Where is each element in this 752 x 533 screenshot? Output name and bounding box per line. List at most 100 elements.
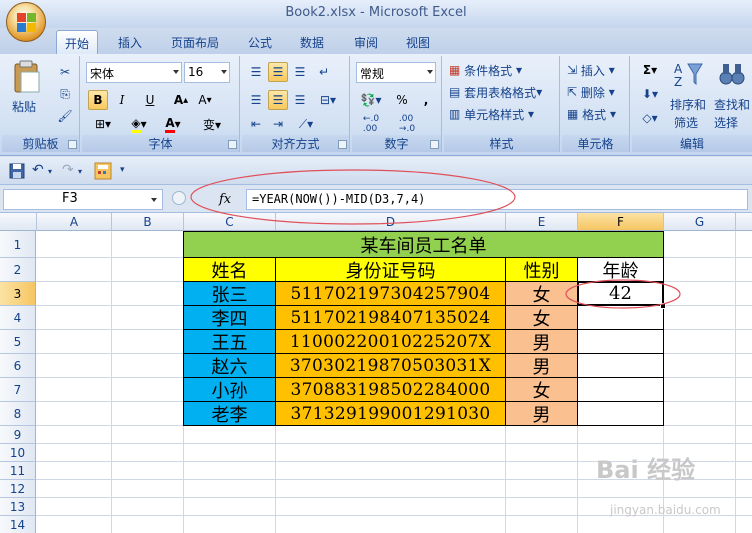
id-cell[interactable]: 511702198407135024: [275, 305, 506, 330]
cell-styles-button[interactable]: ▥ 单元格样式 ▾: [448, 104, 556, 124]
tab-data[interactable]: 数据: [290, 30, 334, 54]
fill-color-icon[interactable]: ◈ ▾: [124, 114, 154, 134]
comma-button[interactable]: ,: [416, 90, 436, 110]
gender-cell[interactable]: 女: [505, 377, 578, 402]
formula-bar-grip-icon[interactable]: [172, 191, 186, 205]
row-header-6[interactable]: 6: [0, 354, 36, 378]
row-header-12[interactable]: 12: [0, 480, 36, 498]
increase-decimal-icon[interactable]: ←.0.00: [356, 114, 386, 134]
underline-button[interactable]: U: [136, 90, 164, 110]
format-painter-icon[interactable]: 🖌: [56, 106, 74, 126]
tab-page-layout[interactable]: 页面布局: [162, 30, 228, 54]
row-header-14[interactable]: 14: [0, 516, 36, 533]
align-top-icon[interactable]: ☰: [246, 62, 266, 82]
format-cells-button[interactable]: ▦ 格式 ▾: [566, 104, 626, 124]
gender-cell[interactable]: 男: [505, 329, 578, 354]
clipboard-launcher-icon[interactable]: [68, 140, 77, 149]
decrease-indent-icon[interactable]: ⇤: [246, 114, 266, 134]
row-header-4[interactable]: 4: [0, 306, 36, 330]
tab-view[interactable]: 视图: [396, 30, 440, 54]
name-cell[interactable]: 小孙: [183, 377, 276, 402]
office-button[interactable]: [6, 2, 46, 42]
tab-review[interactable]: 审阅: [344, 30, 388, 54]
autosum-button[interactable]: Σ ▾: [636, 60, 664, 80]
gender-cell[interactable]: 男: [505, 353, 578, 378]
name-cell[interactable]: 王五: [183, 329, 276, 354]
name-cell[interactable]: 赵六: [183, 353, 276, 378]
insert-cells-button[interactable]: ⇲ 插入 ▾: [566, 60, 626, 80]
table-title-cell[interactable]: 某车间员工名单: [183, 231, 664, 258]
currency-icon[interactable]: 💱▾: [356, 90, 386, 110]
row-header-10[interactable]: 10: [0, 444, 36, 462]
align-bottom-icon[interactable]: ☰: [290, 62, 310, 82]
paste-button[interactable]: 粘贴: [8, 60, 44, 118]
save-icon[interactable]: [8, 162, 26, 180]
font-size-combo[interactable]: 16: [184, 62, 230, 83]
header-age-cell[interactable]: 年龄: [577, 257, 664, 282]
find-select-button[interactable]: 查找和 选择: [712, 58, 752, 134]
age-cell[interactable]: [577, 305, 664, 330]
row-header-7[interactable]: 7: [0, 378, 36, 402]
conditional-format-button[interactable]: ▦ 条件格式 ▾: [448, 60, 556, 80]
age-cell[interactable]: [577, 377, 664, 402]
row-header-9[interactable]: 9: [0, 426, 36, 444]
col-header-h[interactable]: [736, 213, 752, 231]
merge-center-icon[interactable]: ⊟▾: [314, 90, 342, 110]
font-color-icon[interactable]: A ▾: [158, 114, 188, 134]
header-gender-cell[interactable]: 性别: [505, 257, 578, 282]
header-name-cell[interactable]: 姓名: [183, 257, 276, 282]
calculator-icon[interactable]: [94, 162, 112, 180]
gender-cell[interactable]: 女: [505, 281, 578, 306]
age-cell[interactable]: [577, 353, 664, 378]
age-cell[interactable]: [577, 329, 664, 354]
sort-filter-button[interactable]: AZ 排序和 筛选: [668, 58, 708, 134]
row-header-5[interactable]: 5: [0, 330, 36, 354]
row-header-8[interactable]: 8: [0, 402, 36, 426]
id-cell[interactable]: 370883198502284000: [275, 377, 506, 402]
grow-font-icon[interactable]: A ▴: [170, 90, 192, 110]
header-id-cell[interactable]: 身份证号码: [275, 257, 506, 282]
id-cell[interactable]: 11000220010225207X: [275, 329, 506, 354]
id-cell[interactable]: 511702197304257904: [275, 281, 506, 306]
col-header-f[interactable]: F: [578, 213, 664, 231]
align-right-icon[interactable]: ☰: [290, 90, 310, 110]
name-box[interactable]: F3: [3, 189, 163, 210]
col-header-a[interactable]: A: [37, 213, 112, 231]
orientation-icon[interactable]: ⟋▾: [292, 114, 320, 134]
gender-cell[interactable]: 女: [505, 305, 578, 330]
number-launcher-icon[interactable]: [430, 140, 439, 149]
align-middle-icon[interactable]: ☰: [268, 62, 288, 82]
copy-icon[interactable]: ⎘: [56, 84, 74, 104]
age-cell-selected[interactable]: 42: [577, 281, 664, 306]
name-cell[interactable]: 张三: [183, 281, 276, 306]
italic-button[interactable]: I: [112, 90, 132, 110]
font-launcher-icon[interactable]: [228, 140, 237, 149]
tab-insert[interactable]: 插入: [108, 30, 152, 54]
col-header-g[interactable]: G: [664, 213, 736, 231]
name-cell[interactable]: 老李: [183, 401, 276, 426]
insert-function-icon[interactable]: fx: [219, 192, 231, 207]
increase-indent-icon[interactable]: ⇥: [268, 114, 288, 134]
shrink-font-icon[interactable]: A ▾: [194, 90, 216, 110]
cut-icon[interactable]: ✂: [56, 62, 74, 82]
format-as-table-button[interactable]: ▤ 套用表格格式 ▾: [448, 82, 556, 102]
fill-handle[interactable]: [660, 303, 666, 309]
id-cell[interactable]: 37030219870503031X: [275, 353, 506, 378]
clear-icon[interactable]: ◇▾: [636, 108, 664, 128]
row-header-13[interactable]: 13: [0, 498, 36, 516]
row-header-11[interactable]: 11: [0, 462, 36, 480]
percent-button[interactable]: %: [392, 90, 412, 110]
alignment-launcher-icon[interactable]: [338, 140, 347, 149]
id-cell[interactable]: 371329199001291030: [275, 401, 506, 426]
wrap-text-icon[interactable]: ↵: [314, 62, 334, 82]
col-header-c[interactable]: C: [184, 213, 276, 231]
phonetic-icon[interactable]: 变▾: [194, 114, 230, 134]
borders-icon[interactable]: ⊞▾: [88, 114, 118, 134]
gender-cell[interactable]: 男: [505, 401, 578, 426]
decrease-decimal-icon[interactable]: .00 →.0: [392, 114, 422, 134]
age-cell[interactable]: [577, 401, 664, 426]
formula-input[interactable]: =YEAR(NOW())-MID(D3,7,4): [246, 189, 748, 210]
col-header-e[interactable]: E: [506, 213, 578, 231]
align-left-icon[interactable]: ☰: [246, 90, 266, 110]
tab-home[interactable]: 开始: [56, 30, 98, 54]
